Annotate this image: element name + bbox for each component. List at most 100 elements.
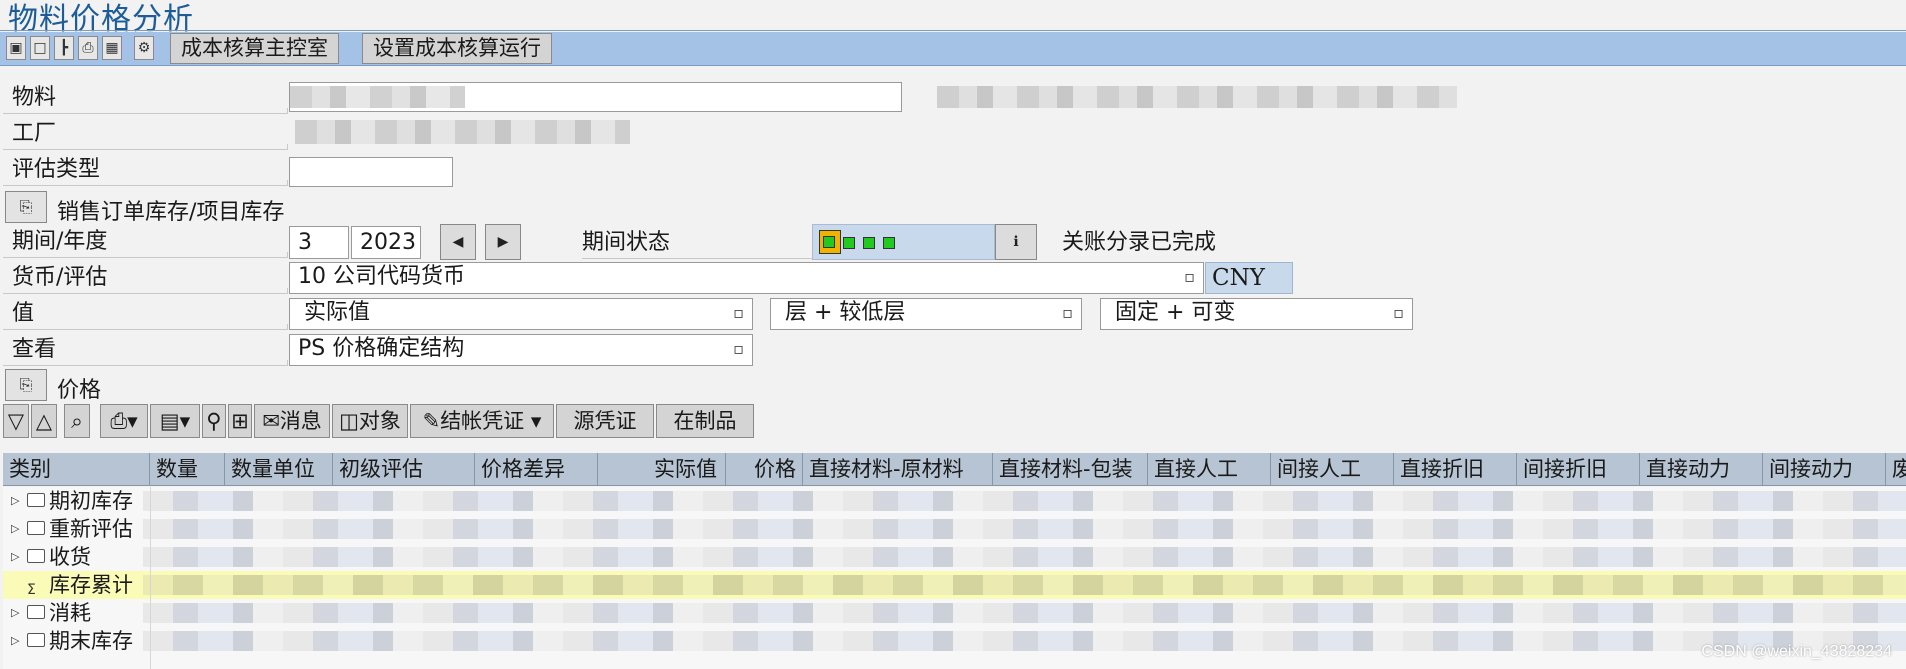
expand-arrow-icon[interactable]: ▷ [11,599,19,627]
messages-button-label: 消息 [279,409,322,433]
sales-order-stock-label: 销售订单库存/项目库存 [57,200,285,225]
collapse-all-icon[interactable]: △ [31,404,57,438]
next-period-icon[interactable]: ▶ [485,224,521,260]
column-header-quantity[interactable]: 数量 [150,453,225,486]
row-values-redacted [143,491,1906,511]
status-light-icon [823,236,835,248]
hierarchy-icon[interactable]: ┣ [54,36,74,60]
table-row[interactable]: ▷ 重新评估 [3,515,1906,543]
row-label: 期初库存 [49,489,133,513]
source-document-button[interactable]: 源凭证 [556,404,654,438]
column-header-price-difference[interactable]: 价格差异 [475,453,598,486]
print-icon[interactable]: ⎙ [78,36,98,60]
column-header-direct-labor[interactable]: 直接人工 [1148,453,1271,486]
expand-arrow-icon[interactable]: ▷ [11,627,19,655]
find-icon[interactable]: ⌕ [64,404,90,438]
application-toolbar: ▣ □ ┣ ⎙ ▦ ⚙ 成本核算主控室 设置成本核算运行 [0,32,1906,66]
expand-arrow-icon[interactable]: ▷ [11,543,19,571]
period-input[interactable]: 3 [289,226,349,259]
period-status-lights [812,224,995,260]
column-header-indirect-labor[interactable]: 间接人工 [1271,453,1394,486]
value-type-select[interactable]: 实际值 [289,298,753,330]
new-icon[interactable]: ▣ [6,36,26,60]
closing-status-text: 关账分录已完成 [1062,230,1217,255]
row-values-redacted [143,547,1906,567]
folder-icon [27,549,45,563]
column-header-indirect-power[interactable]: 间接动力 [1763,453,1886,486]
messages-button[interactable]: ✉消息 [254,404,330,438]
object-button-label: 对象 [358,409,401,433]
plant-value-redacted [295,120,630,144]
row-values-redacted [143,631,1906,651]
column-header-price[interactable]: 价格 [726,453,803,486]
valuation-type-label: 评估类型 [3,153,288,186]
info-icon[interactable]: ℹ [995,224,1037,260]
wip-button[interactable]: 在制品 [656,404,754,438]
column-header-actual-value[interactable]: 实际值 [598,453,726,486]
folder-icon [27,493,45,507]
table-body: ▷ 期初库存 ▷ 重新评估 ▷ 收货 Σ 库存累计 ▷ 消耗 ▷ 期末库存 [3,487,1906,669]
costing-cockpit-button[interactable]: 成本核算主控室 [170,33,339,64]
settlement-button-label: 结帐凭证 [440,409,525,433]
table-row[interactable]: ▷ 消耗 [3,599,1906,627]
previous-period-icon[interactable]: ◀ [440,224,476,260]
value-label: 值 [3,297,288,330]
folder-icon [27,521,45,535]
column-header-direct-material-raw[interactable]: 直接材料-原材料 [803,453,993,486]
settlement-document-button[interactable]: ✎结帐凭证 ▾ [410,404,554,438]
expand-toggle-icon[interactable]: ⎘ [5,191,47,223]
fixed-variable-select[interactable]: 固定 + 可变 [1100,298,1413,330]
view-select[interactable]: PS 价格确定结构 [289,334,753,366]
column-header-direct-depreciation[interactable]: 直接折旧 [1394,453,1517,486]
currency-valuation-select[interactable]: 10 公司代码货币 [289,262,1204,294]
period-year-label: 期间/年度 [3,225,288,258]
status-light-icon [883,237,895,249]
year-input[interactable]: 2023 [351,226,421,259]
column-header-direct-material-packaging[interactable]: 直接材料-包装 [993,453,1148,486]
table-header: 类别 数量 数量单位 初级评估 价格差异 实际值 价格 直接材料-原材料 直接材… [3,453,1906,486]
level-select[interactable]: 层 + 较低层 [770,298,1082,330]
object-button[interactable]: ◫对象 [332,404,408,438]
table-icon[interactable]: ▦ [102,36,122,60]
row-values-redacted [143,519,1906,539]
expand-arrow-icon[interactable]: ▷ [11,487,19,515]
hierarchy-view-icon[interactable]: ⊞ [228,404,252,438]
column-header-category[interactable]: 类别 [3,453,150,486]
material-description-redacted [937,86,1457,108]
expand-all-icon[interactable]: ▽ [3,404,29,438]
layout-menu-icon[interactable]: ▤▾ [150,404,200,438]
column-header-direct-power[interactable]: 直接动力 [1640,453,1763,486]
folder-icon [27,633,45,647]
table-row[interactable]: ▷ 期初库存 [3,487,1906,515]
plant-label: 工厂 [3,117,288,150]
column-header-scrap[interactable]: 废 [1886,453,1906,486]
expand-arrow-icon[interactable]: ▷ [11,515,19,543]
currency-valuation-label: 货币/评估 [3,261,288,294]
row-label: 库存累计 [49,573,133,597]
watermark: CSDN @weixin_43828234 [1701,643,1892,660]
table-row[interactable]: ▷ 期末库存 [3,627,1906,655]
print-menu-icon[interactable]: ⎙▾ [100,404,148,438]
row-label: 重新评估 [49,517,133,541]
costing-run-setup-button[interactable]: 设置成本核算运行 [362,33,552,64]
table-row[interactable]: ▷ 收货 [3,543,1906,571]
collapse-toggle-icon[interactable]: ⎘ [5,369,47,401]
column-header-indirect-depreciation[interactable]: 间接折旧 [1517,453,1640,486]
material-label: 物料 [3,81,288,114]
column-header-primary-valuation[interactable]: 初级评估 [333,453,475,486]
tree-column-divider [150,487,151,669]
title-divider [0,30,1906,31]
status-light-icon [863,237,875,249]
search-icon[interactable]: ⚲ [202,404,226,438]
display-icon[interactable]: □ [30,36,50,60]
table-row-highlighted[interactable]: Σ 库存累计 [3,571,1906,599]
view-label: 查看 [3,333,288,366]
settings-icon[interactable]: ⚙ [134,36,154,60]
material-input[interactable] [289,82,902,112]
column-header-unit[interactable]: 数量单位 [225,453,333,486]
period-status-label: 期间状态 [582,226,812,259]
material-value-redacted [290,86,465,108]
row-values-redacted [143,603,1906,623]
valuation-type-input[interactable] [289,157,453,187]
currency-code-field: CNY [1205,262,1293,294]
